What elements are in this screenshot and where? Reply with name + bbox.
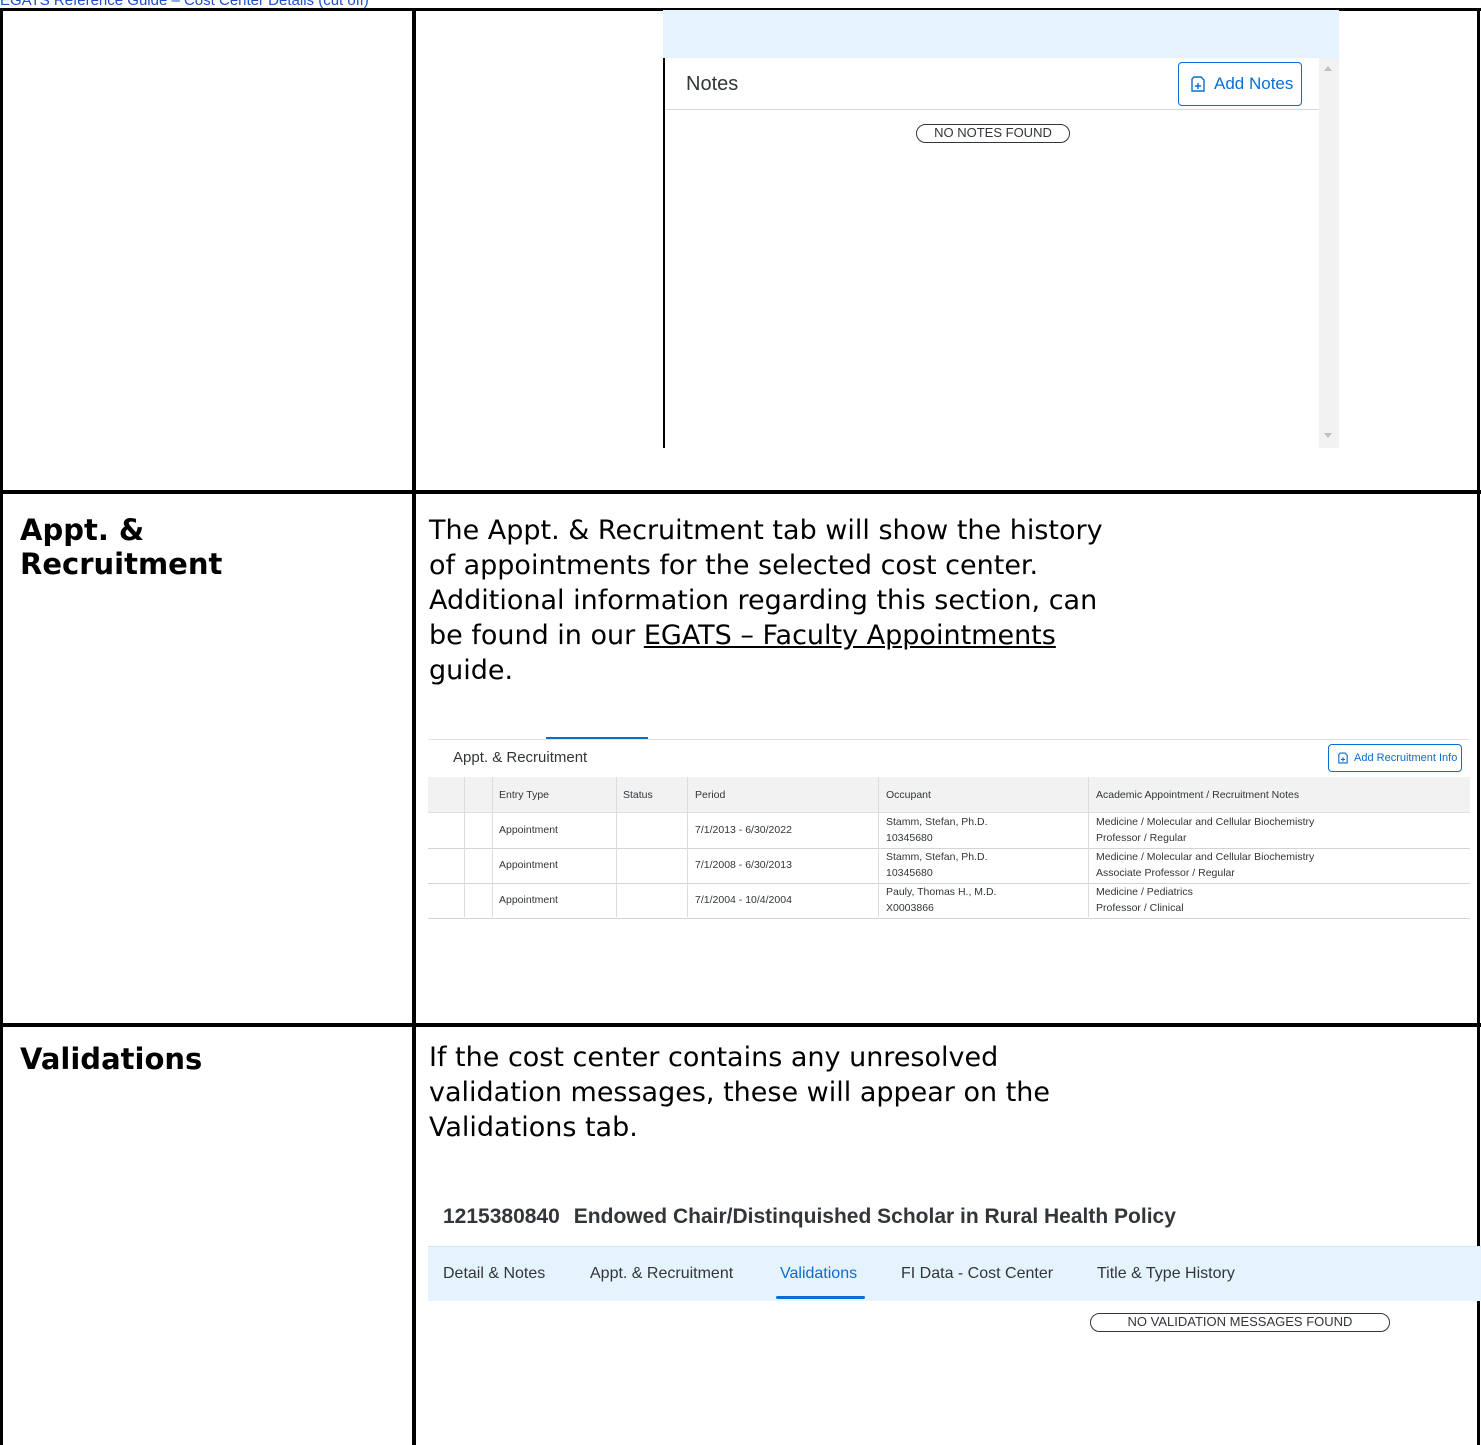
tab-validations[interactable]: Validations: [780, 1265, 857, 1283]
cell-entry-type: Appointment: [499, 824, 558, 836]
notes-scrollbar[interactable]: [1319, 58, 1339, 448]
appt-description: The Appt. & Recruitment tab will show th…: [429, 513, 1103, 688]
tab-fi-data-cost-center[interactable]: FI Data - Cost Center: [901, 1265, 1053, 1283]
validations-desc-line: If the cost center contains any unresolv…: [429, 1042, 999, 1073]
cell-occupant-name: Stamm, Stefan, Ph.D.: [886, 816, 988, 828]
column-separator: [1088, 777, 1089, 917]
cell-period: 7/1/2004 - 10/4/2004: [695, 894, 792, 906]
add-recruitment-info-button[interactable]: Add Recruitment Info: [1328, 744, 1462, 772]
table-left-border: [0, 8, 3, 1445]
faculty-appointments-guide-link[interactable]: EGATS – Faculty Appointments: [644, 620, 1056, 651]
cost-center-heading: 1215380840 Endowed Chair/Distinquished Sc…: [443, 1205, 1176, 1229]
cell-notes-line1: Medicine / Molecular and Cellular Bioche…: [1096, 816, 1315, 828]
scroll-up-arrow-icon[interactable]: [1324, 66, 1332, 71]
active-tab-indicator: [776, 1296, 865, 1299]
tab-appt-recruitment[interactable]: Appt. & Recruitment: [590, 1265, 733, 1283]
table-row-divider-2: [0, 1023, 1481, 1027]
validations-desc-line: validation messages, these will appear o…: [429, 1077, 1051, 1108]
col-header-notes[interactable]: Academic Appointment / Recruitment Notes: [1096, 789, 1299, 801]
no-notes-badge: NO NOTES FOUND: [916, 124, 1070, 143]
col-header-entry-type[interactable]: Entry Type: [499, 789, 549, 801]
add-notes-label: Add Notes: [1214, 74, 1294, 93]
validations-description: If the cost center contains any unresolv…: [429, 1040, 1050, 1145]
notes-header-band: [663, 10, 1339, 58]
appt-panel-title: Appt. & Recruitment: [453, 749, 588, 766]
appt-desc-line: guide.: [429, 655, 514, 686]
cell-occupant-id: 10345680: [886, 832, 933, 844]
column-separator: [687, 777, 688, 917]
appt-desc-line: be found in our EGATS – Faculty Appointm…: [429, 618, 1103, 653]
row-title-appt: Appt. & Recruitment: [20, 513, 222, 581]
add-note-icon: [1191, 76, 1205, 92]
table-row[interactable]: Appointment 7/1/2004 - 10/4/2004 Pauly, …: [428, 883, 1470, 919]
scroll-down-arrow-icon[interactable]: [1324, 433, 1332, 438]
cell-entry-type: Appointment: [499, 894, 558, 906]
validations-desc-line: Validations tab.: [429, 1112, 638, 1143]
appt-desc-line: of appointments for the selected cost ce…: [429, 550, 1039, 581]
cell-notes-line2: Associate Professor / Regular: [1096, 867, 1235, 879]
cell-entry-type: Appointment: [499, 859, 558, 871]
row-title-appt-line2: Recruitment: [20, 547, 223, 581]
row-title-validations: Validations: [20, 1042, 203, 1076]
notes-panel: Notes Add Notes NO NOTES FOUND: [663, 58, 1321, 448]
table-right-border: [1477, 8, 1480, 1445]
cell-notes-line1: Medicine / Molecular and Cellular Bioche…: [1096, 851, 1315, 863]
cell-notes-line2: Professor / Regular: [1096, 832, 1187, 844]
column-separator: [492, 777, 493, 917]
appt-desc-line: Additional information regarding this se…: [429, 585, 1098, 616]
add-recruitment-label: Add Recruitment Info: [1354, 752, 1458, 764]
cell-period: 7/1/2013 - 6/30/2022: [695, 824, 792, 836]
table-row[interactable]: Appointment 7/1/2013 - 6/30/2022 Stamm, …: [428, 813, 1470, 849]
cell-notes-line2: Professor / Clinical: [1096, 902, 1184, 914]
cell-occupant-name: Pauly, Thomas H., M.D.: [886, 886, 997, 898]
cost-center-tab-bar: Detail & Notes Appt. & Recruitment Valid…: [428, 1246, 1481, 1301]
column-separator: [616, 777, 617, 917]
col-header-status[interactable]: Status: [623, 789, 653, 801]
cost-center-id: 1215380840: [443, 1205, 560, 1228]
cell-notes-line1: Medicine / Pediatrics: [1096, 886, 1193, 898]
appt-top-line: [428, 739, 1470, 740]
appt-desc-line: The Appt. & Recruitment tab will show th…: [429, 515, 1103, 546]
column-separator: [878, 777, 879, 917]
add-note-icon: [1338, 752, 1348, 764]
cell-occupant-id: X0003866: [886, 902, 934, 914]
notes-title: Notes: [686, 73, 739, 95]
add-notes-button[interactable]: Add Notes: [1178, 62, 1302, 106]
tab-detail-notes[interactable]: Detail & Notes: [443, 1265, 545, 1283]
column-separator: [464, 777, 465, 917]
col-header-occupant[interactable]: Occupant: [886, 789, 931, 801]
row-title-appt-line1: Appt. &: [20, 513, 145, 547]
tab-title-type-history[interactable]: Title & Type History: [1097, 1265, 1235, 1283]
cell-occupant-name: Stamm, Stefan, Ph.D.: [886, 851, 988, 863]
table-col-divider: [412, 8, 416, 1445]
notes-divider: [665, 109, 1321, 110]
cell-occupant-id: 10345680: [886, 867, 933, 879]
table-row-divider-1: [0, 490, 1481, 494]
col-header-period[interactable]: Period: [695, 789, 725, 801]
cell-period: 7/1/2008 - 6/30/2013: [695, 859, 792, 871]
table-row[interactable]: Appointment 7/1/2008 - 6/30/2013 Stamm, …: [428, 848, 1470, 884]
no-validation-messages-badge: NO VALIDATION MESSAGES FOUND: [1090, 1313, 1390, 1332]
cost-center-name: Endowed Chair/Distinquished Scholar in R…: [573, 1205, 1176, 1228]
appt-desc-pre-link: be found in our: [429, 620, 644, 651]
table-header-row: Entry Type Status Period Occupant Academ…: [428, 777, 1470, 813]
